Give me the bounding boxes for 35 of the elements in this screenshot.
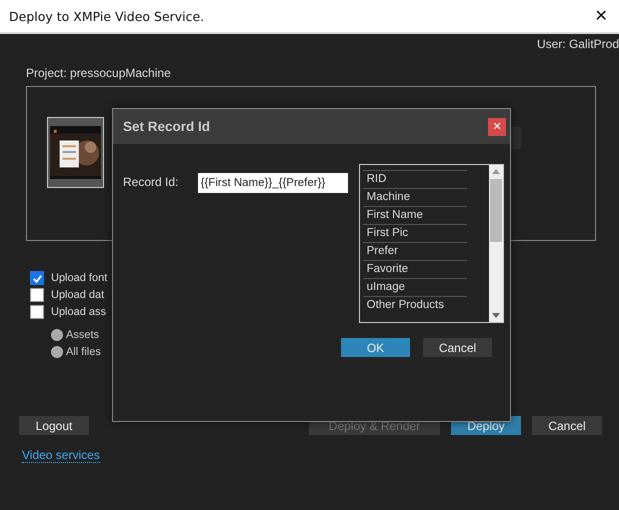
cancel-button[interactable]: Cancel <box>423 338 492 357</box>
scrollbar[interactable] <box>489 165 503 322</box>
checkbox[interactable] <box>30 288 44 302</box>
thumbnail-frame[interactable] <box>47 117 104 188</box>
scroll-up-icon[interactable] <box>492 169 500 174</box>
close-button[interactable]: ✕ <box>488 118 506 136</box>
checkbox[interactable] <box>30 305 44 319</box>
checkbox-label: Upload font <box>51 272 108 284</box>
checkbox-label: Upload ass <box>51 306 106 318</box>
field-label: Record Id: <box>123 175 180 189</box>
list-item[interactable]: Machine <box>362 188 467 206</box>
list-item[interactable]: First Name <box>362 206 467 224</box>
radio-label: All files <box>66 346 101 358</box>
list-item[interactable]: Other Products <box>362 296 467 314</box>
checkbox-label: Upload dat <box>51 289 104 301</box>
button[interactable]: Cancel <box>532 416 602 435</box>
list-item[interactable]: uImage <box>362 278 467 296</box>
radio-label: Assets <box>66 329 100 341</box>
scroll-down-icon[interactable] <box>492 313 500 318</box>
radio-button[interactable] <box>51 329 63 341</box>
checkbox[interactable] <box>30 271 44 285</box>
dialog-title: Set Record Id <box>123 119 210 134</box>
close-button[interactable]: ✕ <box>583 1 619 31</box>
list-item[interactable]: Favorite <box>362 260 467 278</box>
video-services-link[interactable]: Video services <box>22 448 100 463</box>
scroll-thumb[interactable] <box>490 179 502 242</box>
list-item[interactable]: RID <box>362 170 467 188</box>
list-item[interactable]: First Pic <box>362 224 467 242</box>
record-id-field[interactable]: {{First Name}}_{{Prefer}} <box>198 173 348 193</box>
list-item[interactable]: Prefer <box>362 242 467 260</box>
user-label: User: GalitProd <box>536 37 619 51</box>
radio-button[interactable] <box>51 346 63 358</box>
button[interactable]: Logout <box>19 416 89 435</box>
project-label: Project: pressocupMachine <box>26 66 172 80</box>
window-title: Deploy to XMPie Video Service. <box>9 8 204 24</box>
